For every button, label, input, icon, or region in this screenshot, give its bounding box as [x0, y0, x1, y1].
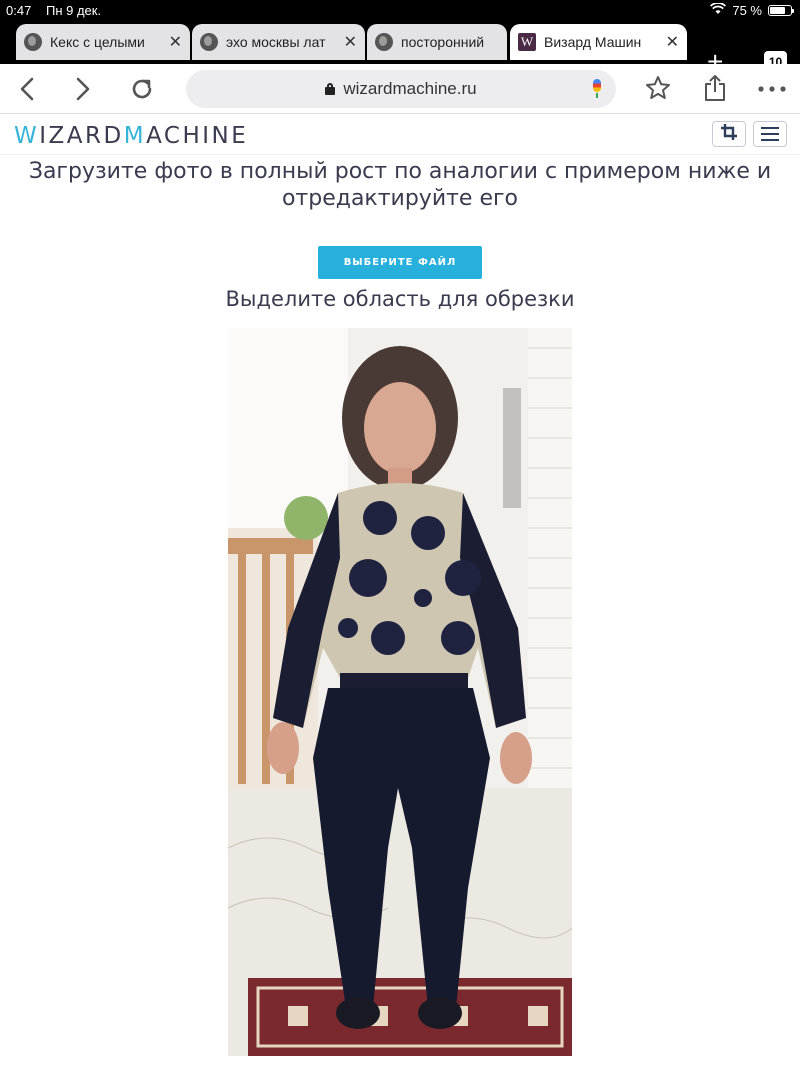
url-bar[interactable]: wizardmachine.ru — [186, 70, 616, 108]
status-bar: 0:47 Пн 9 дек. 75 % — [0, 0, 800, 20]
back-icon[interactable] — [18, 76, 36, 106]
tab-3[interactable]: посторонний — [367, 24, 507, 60]
more-options-icon[interactable] — [757, 76, 787, 106]
choose-file-button[interactable]: ВЫБЕРИТЕ ФАЙЛ — [318, 246, 482, 279]
instruction-line-2: отредактируйте его — [281, 186, 519, 211]
url-text: wizardmachine.ru — [343, 79, 477, 98]
tab-title: эхо москвы лат — [226, 34, 326, 50]
wizard-favicon: W — [518, 33, 536, 51]
close-icon[interactable]: ✕ — [666, 32, 679, 52]
lock-icon — [325, 83, 336, 95]
battery-fill — [770, 7, 785, 14]
wifi-icon — [710, 2, 727, 18]
share-icon[interactable] — [702, 73, 728, 107]
tab-title: Кекс с целыми — [50, 34, 145, 50]
upload-instructions: Загрузите фото в полный рост по аналогии… — [0, 158, 800, 212]
browser-toolbar: wizardmachine.ru — [0, 64, 800, 114]
close-icon[interactable]: ✕ — [344, 32, 357, 52]
person-photo — [228, 328, 572, 1056]
hamburger-icon — [761, 127, 779, 141]
tab-title: посторонний — [401, 34, 485, 50]
tab-bar: Кекс с целыми ✕ эхо москвы лат ✕ посторо… — [0, 20, 800, 76]
site-header: WIZARDMACHINE — [0, 115, 800, 155]
crop-icon — [720, 123, 738, 146]
globe-icon — [200, 33, 218, 51]
mic-icon[interactable] — [592, 79, 602, 99]
menu-button[interactable] — [753, 121, 787, 147]
status-right: 75 % — [710, 2, 794, 18]
status-date: Пн 9 дек. — [46, 3, 102, 18]
tab-2[interactable]: эхо москвы лат ✕ — [192, 24, 365, 60]
tab-title: Визард Машин — [544, 34, 642, 50]
crop-button[interactable] — [712, 121, 746, 147]
battery-icon — [768, 5, 794, 16]
close-icon[interactable]: ✕ — [169, 32, 182, 52]
status-time: 0:47 — [6, 3, 32, 18]
reload-icon[interactable] — [128, 75, 156, 107]
globe-icon — [375, 33, 393, 51]
tab-1[interactable]: Кекс с целыми ✕ — [16, 24, 190, 60]
forward-icon[interactable] — [74, 76, 92, 106]
instruction-line-1: Загрузите фото в полный рост по аналогии… — [28, 159, 772, 184]
tab-active[interactable]: W Визард Машин ✕ — [510, 24, 687, 60]
globe-icon — [24, 33, 42, 51]
site-logo[interactable]: WIZARDMACHINE — [14, 123, 248, 149]
battery-percent: 75 % — [732, 3, 762, 18]
crop-heading: Выделите область для обрезки — [225, 287, 575, 311]
bookmark-star-icon[interactable] — [644, 74, 672, 106]
uploaded-photo[interactable] — [228, 328, 572, 1056]
